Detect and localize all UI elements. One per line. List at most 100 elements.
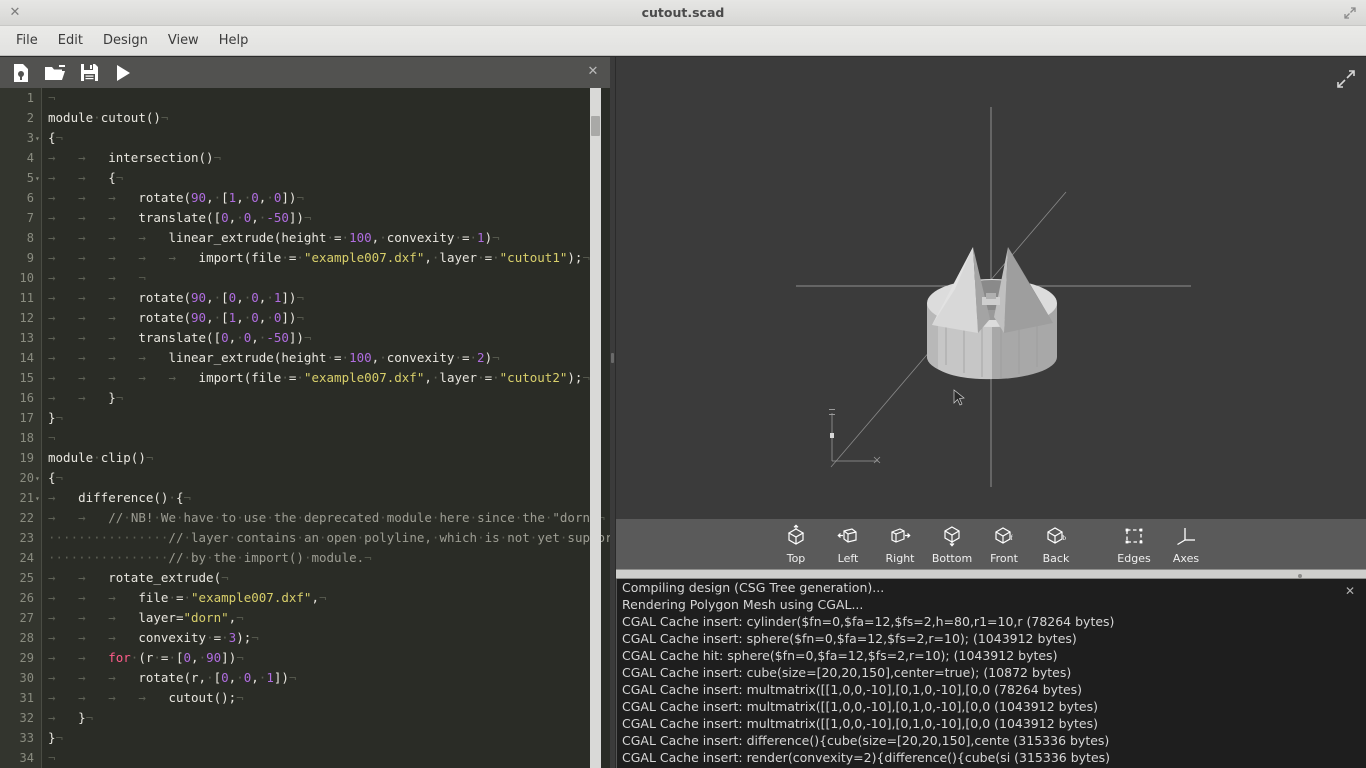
code-text: → → → rotate(90,·[0,·0,·1])¬ (48, 290, 304, 305)
view-left-button[interactable]: Left (822, 521, 874, 567)
line-number: 25 (19, 571, 34, 585)
view-left-label: Left (837, 551, 859, 565)
console-close-icon[interactable]: ✕ (1342, 583, 1358, 599)
cube-right-icon (888, 524, 912, 552)
code-line[interactable]: 14 → → → → linear_extrude(height·=·100,·c… (0, 348, 610, 368)
menu-view[interactable]: View (158, 30, 209, 51)
code-line[interactable]: 11 → → → rotate(90,·[0,·0,·1])¬ (0, 288, 610, 308)
line-end-marker: ¬ (145, 450, 154, 465)
code-line[interactable]: 12 → → → rotate(90,·[1,·0,·0])¬ (0, 308, 610, 328)
3d-viewport[interactable] (616, 57, 1366, 519)
code-line[interactable]: 23 ················//·layer·contains·an·o… (0, 528, 610, 548)
editor-scrollbar[interactable] (590, 88, 601, 768)
code-line[interactable]: 19 module·clip()¬ (0, 448, 610, 468)
editor-viewport-splitter[interactable] (610, 57, 615, 768)
preview-play-icon[interactable] (112, 62, 134, 84)
code-text: → → → → cutout();¬ (48, 690, 244, 705)
open-folder-icon[interactable] (44, 62, 66, 84)
console-splitter[interactable] (616, 569, 1366, 579)
view-top-button[interactable]: Top (770, 521, 822, 567)
menu-edit[interactable]: Edit (48, 30, 93, 51)
code-line[interactable]: 1 ¬ (0, 88, 610, 108)
code-line[interactable]: 7 → → → translate([0,·0,·-50])¬ (0, 208, 610, 228)
code-text: → → → → → import(file·=·"example007.dxf"… (48, 370, 590, 385)
editor-close-icon[interactable]: ✕ (584, 63, 602, 81)
window-maximize-icon[interactable] (1342, 5, 1358, 21)
line-number: 21 (19, 491, 34, 505)
view-back-button[interactable]: b Back (1030, 521, 1082, 567)
code-line[interactable]: 6 → → → rotate(90,·[1,·0,·0])¬ (0, 188, 610, 208)
code-line[interactable]: 9 → → → → → import(file·=·"example007.dxf… (0, 248, 610, 268)
editor-panel: ✕ 1 ¬ 2 module·cutout()¬ 3 ▾ {¬ 4 → → intersecti… (0, 57, 610, 768)
line-end-marker: ¬ (296, 190, 304, 205)
line-end-marker: ¬ (115, 170, 124, 185)
fold-marker-icon[interactable]: ▾ (35, 128, 43, 148)
code-line[interactable]: 13 → → → translate([0,·0,·-50])¬ (0, 328, 610, 348)
code-line[interactable]: 29 → → for·(r·=·[0,·90])¬ (0, 648, 610, 668)
code-line[interactable]: 2 module·cutout()¬ (0, 108, 610, 128)
console-line: CGAL Cache insert: cylinder($fn=0,$fa=12… (622, 614, 1115, 629)
code-line[interactable]: 21 ▾ → difference()·{¬ (0, 488, 610, 508)
code-line[interactable]: 8 → → → → linear_extrude(height·=·100,·co… (0, 228, 610, 248)
code-text: }¬ (48, 410, 64, 425)
view-right-label: Right (885, 551, 915, 565)
view-bottom-button[interactable]: Bottom (926, 521, 978, 567)
code-line[interactable]: 3 ▾ {¬ (0, 128, 610, 148)
code-line[interactable]: 17}¬ (0, 408, 610, 428)
editor-toolbar: ✕ (0, 57, 610, 88)
code-line[interactable]: 28 → → → convexity·=·3);¬ (0, 628, 610, 648)
editor-scrollbar-thumb[interactable] (591, 116, 600, 136)
code-editor[interactable]: 1 ¬ 2 module·cutout()¬ 3 ▾ {¬ 4 → → intersection… (0, 88, 610, 768)
console-panel[interactable]: Compiling design (CSG Tree generation)..… (616, 579, 1366, 768)
code-line[interactable]: 15 → → → → → import(file·=·"example007.dx… (0, 368, 610, 388)
toggle-axes-label: Axes (1172, 551, 1200, 565)
code-text: }¬ (48, 730, 64, 745)
code-text: → → → ¬ (48, 270, 146, 285)
code-line[interactable]: 32 → }¬ (0, 708, 610, 728)
menu-design[interactable]: Design (93, 30, 158, 51)
code-text: ················//·layer·contains·an·ope… (48, 530, 610, 545)
code-line[interactable]: 34 ¬ (0, 748, 610, 768)
code-text: ················//·by·the·import()·modul… (48, 550, 372, 565)
line-number: 10 (19, 271, 34, 285)
fold-marker-icon[interactable]: ▾ (35, 168, 43, 188)
line-end-marker: ¬ (221, 570, 229, 585)
code-line[interactable]: 26 → → → file·=·"example007.dxf",¬ (0, 588, 610, 608)
toggle-axes-button[interactable]: Axes (1160, 521, 1212, 567)
code-line[interactable]: 5 ▾ → → {¬ (0, 168, 610, 188)
code-line[interactable]: 24 ················//·by·the·import()·mod… (0, 548, 610, 568)
expand-arrows-icon[interactable] (1336, 69, 1356, 89)
console-line: CGAL Cache insert: sphere($fn=0,$fa=12,$… (622, 631, 1077, 646)
code-text: ¬ (48, 748, 56, 768)
code-line[interactable]: 22 → → //·NB!·We·have·to·use·the·deprecat… (0, 508, 610, 528)
console-output: Compiling design (CSG Tree generation)..… (617, 579, 1366, 766)
view-front-button[interactable]: f Front (978, 521, 1030, 567)
fold-marker-icon[interactable]: ▾ (35, 488, 43, 508)
code-line[interactable]: 33}¬ (0, 728, 610, 748)
toggle-edges-button[interactable]: Edges (1108, 521, 1160, 567)
menu-help[interactable]: Help (209, 30, 259, 51)
code-text: ¬ (48, 428, 56, 448)
line-number: 16 (19, 391, 34, 405)
new-file-icon[interactable] (10, 62, 32, 84)
code-line[interactable]: 16 → → }¬ (0, 388, 610, 408)
save-floppy-icon[interactable] (78, 62, 100, 84)
code-line[interactable]: 20 ▾ {¬ (0, 468, 610, 488)
view-right-button[interactable]: Right (874, 521, 926, 567)
code-line[interactable]: 25 → → rotate_extrude(¬ (0, 568, 610, 588)
menu-file[interactable]: File (6, 30, 48, 51)
code-line[interactable]: 4 → → intersection()¬ (0, 148, 610, 168)
line-end-marker: ¬ (55, 410, 64, 425)
line-end-marker: ¬ (492, 230, 500, 245)
console-line: Compiling design (CSG Tree generation)..… (622, 580, 885, 595)
line-end-marker: ¬ (55, 470, 64, 485)
splitter-grip (611, 353, 614, 363)
fold-marker-icon[interactable]: ▾ (35, 468, 43, 488)
code-line[interactable]: 18 ¬ (0, 428, 610, 448)
code-line[interactable]: 30 → → → rotate(r,·[0,·0,·1])¬ (0, 668, 610, 688)
code-line[interactable]: 31 → → → → cutout();¬ (0, 688, 610, 708)
line-number: 20 (19, 471, 34, 485)
code-line[interactable]: 27 → → → layer="dorn",¬ (0, 608, 610, 628)
code-line[interactable]: 10 → → → ¬ (0, 268, 610, 288)
code-lines: 1 ¬ 2 module·cutout()¬ 3 ▾ {¬ 4 → → intersection… (0, 88, 610, 768)
